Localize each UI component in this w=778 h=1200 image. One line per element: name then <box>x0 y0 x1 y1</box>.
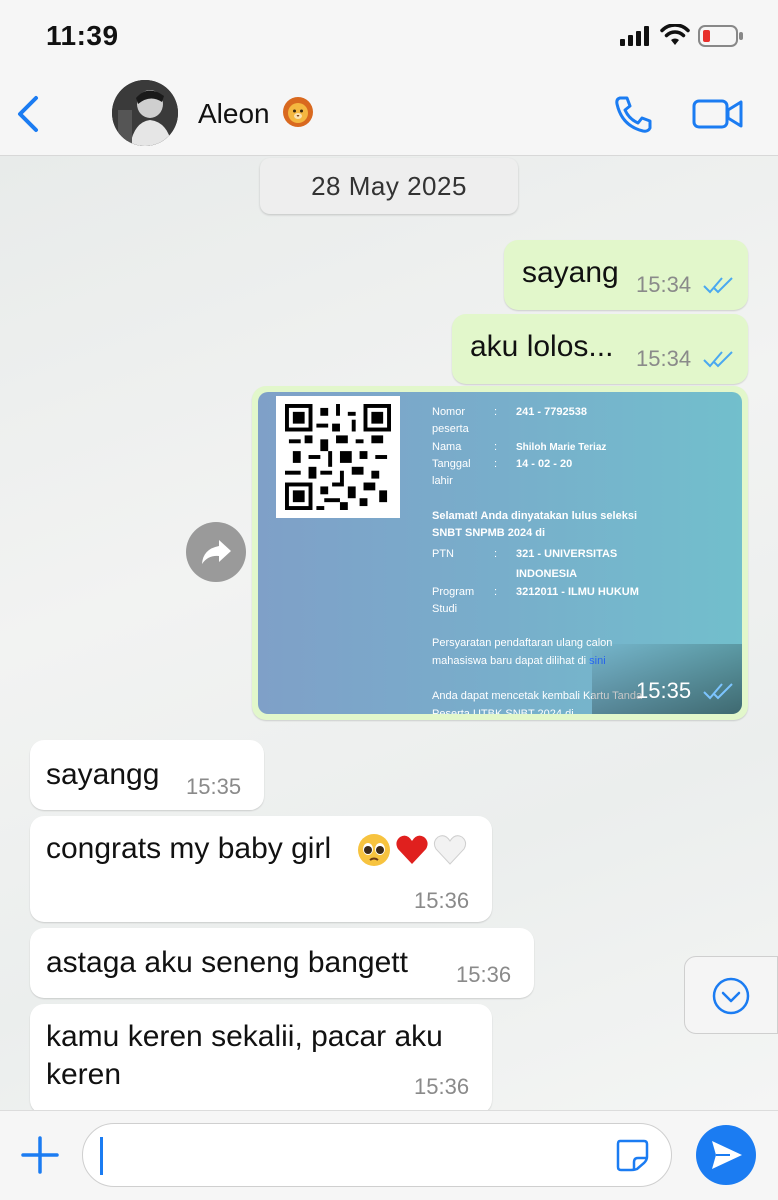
card-colon: : <box>494 406 498 418</box>
snbt-result-image[interactable]: Nomor peserta : 241 - 7792538 Nama : Shi… <box>258 392 742 714</box>
sticker-icon[interactable] <box>614 1137 650 1173</box>
card-program-value: 3212011 - ILMU HUKUM <box>516 586 639 598</box>
incoming-message[interactable]: kamu keren sekalii, pacar aku keren 15:3… <box>30 1004 492 1110</box>
forward-arrow-icon <box>202 540 231 564</box>
card-nomor-value: 241 - 7792538 <box>516 406 587 418</box>
message-text: sayang <box>522 256 619 289</box>
card-studi-label: Studi <box>432 603 458 615</box>
contact-avatar[interactable] <box>112 80 178 146</box>
back-chevron-icon[interactable] <box>14 94 46 134</box>
incoming-message[interactable]: astaga aku seneng bangett 15:36 <box>30 928 534 998</box>
avatar-photo-icon <box>112 80 178 146</box>
scroll-to-bottom-button[interactable] <box>684 956 778 1034</box>
wifi-icon <box>660 24 690 45</box>
outgoing-message[interactable]: aku lolos... 15:34 <box>452 314 748 384</box>
message-time: 15:35 <box>636 678 692 703</box>
card-nomor-label: Nomor <box>432 406 466 418</box>
card-congrats-line1: Selamat! Anda dinyatakan lulus seleksi <box>432 510 638 522</box>
message-text: aku lolos... <box>470 330 614 363</box>
card-peserta-label: peserta <box>432 423 469 435</box>
message-time: 15:36 <box>414 888 470 913</box>
card-ptn-value-line1: 321 - UNIVERSITAS <box>516 548 618 560</box>
white-heart-emoji <box>433 835 467 865</box>
red-heart-emoji <box>396 835 428 864</box>
card-congrats-line2: SNBT SNPMB 2024 di <box>432 527 546 539</box>
cellular-signal-icon <box>620 26 649 46</box>
send-arrow-icon <box>712 1141 742 1169</box>
message-time: 15:35 <box>186 774 242 799</box>
plus-attach-icon[interactable] <box>20 1135 60 1175</box>
text-cursor <box>100 1137 103 1175</box>
card-tanggal-label: Tanggal <box>432 458 471 470</box>
card-program-label: Program <box>432 586 475 598</box>
send-button[interactable] <box>696 1125 756 1185</box>
qr-code-icon <box>285 404 391 510</box>
message-text: astaga aku seneng bangett <box>46 946 408 979</box>
qr-code <box>276 396 400 518</box>
card-lahir-label: lahir <box>432 475 453 487</box>
incoming-message[interactable]: congrats my baby girl 15:36 <box>30 816 492 922</box>
card-colon: : <box>494 548 498 560</box>
status-time: 11:39 <box>46 20 119 51</box>
card-colon: : <box>494 458 498 470</box>
pleading-face-emoji <box>358 834 390 866</box>
video-call-icon[interactable] <box>692 96 744 132</box>
message-time: 15:34 <box>636 272 692 297</box>
date-separator: 28 May 2025 <box>260 158 518 214</box>
outgoing-message[interactable]: sayang 15:34 <box>504 240 748 310</box>
card-colon: : <box>494 586 498 598</box>
status-bar: 11:39 <box>0 0 778 70</box>
message-text: sayangg <box>46 758 160 791</box>
battery-low-icon <box>698 25 743 47</box>
card-tanggal-value: 14 - 02 - 20 <box>516 458 573 470</box>
card-nama-value: Shiloh Marie Teriaz <box>516 442 607 453</box>
message-time: 15:34 <box>636 346 692 371</box>
message-text-line1: kamu keren sekalii, pacar aku <box>46 1020 443 1053</box>
message-time: 15:36 <box>414 1074 470 1099</box>
card-persyaratan-line2: mahasiswa baru dapat dilihat di sini <box>432 653 606 670</box>
lion-face-emoji <box>283 97 313 127</box>
read-ticks-icon <box>703 277 733 294</box>
card-ptn-value-line2: INDONESIA <box>516 568 578 580</box>
chat-area[interactable]: 28 May 2025 sayang 15:34 aku lolos... 15… <box>0 156 778 1110</box>
message-text: congrats my baby girl <box>46 832 332 865</box>
message-composer <box>0 1110 778 1200</box>
contact-name[interactable]: Aleon <box>198 98 270 130</box>
phone-call-icon[interactable] <box>612 94 656 134</box>
card-persyaratan-text: mahasiswa baru dapat dilihat di <box>432 655 587 667</box>
card-cetak-line2: Peserta UTBK SNBT 2024 di ... <box>432 708 586 714</box>
chevron-down-circle-icon <box>712 977 750 1015</box>
read-ticks-icon <box>703 683 733 700</box>
card-nama-label: Nama <box>432 441 462 453</box>
chat-header: Aleon <box>0 70 778 156</box>
card-colon: : <box>494 441 498 453</box>
card-persyaratan-line1: Persyaratan pendaftaran ulang calon <box>432 637 613 649</box>
read-ticks-icon <box>703 351 733 368</box>
message-text-line2: keren <box>46 1058 122 1091</box>
card-ptn-label: PTN <box>432 548 454 560</box>
incoming-message[interactable]: sayangg 15:35 <box>30 740 264 810</box>
message-input[interactable] <box>82 1123 672 1187</box>
forward-button[interactable] <box>186 522 246 582</box>
message-time: 15:36 <box>456 962 512 987</box>
